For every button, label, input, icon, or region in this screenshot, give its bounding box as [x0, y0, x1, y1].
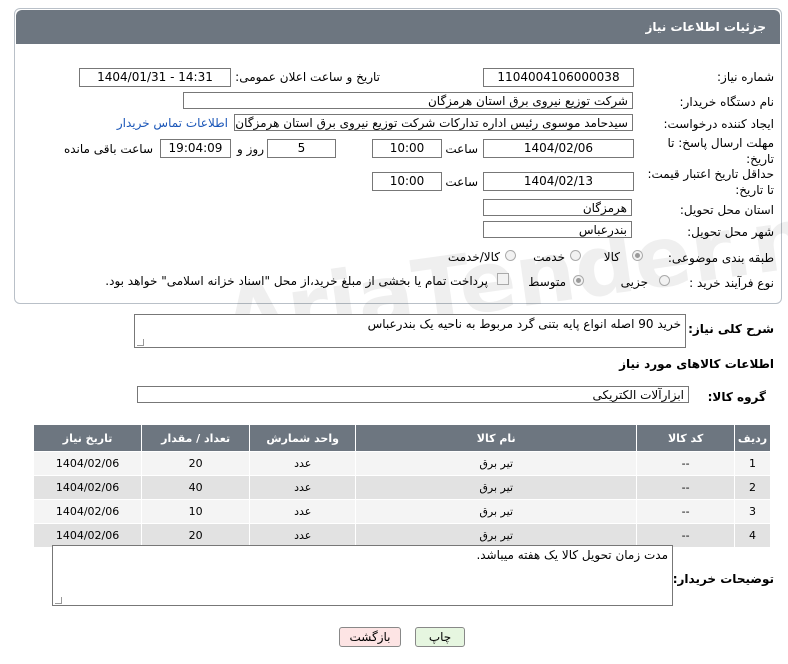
description-textarea: خرید 90 اصله انواع پایه بتنی گرد مربوط ب…: [134, 314, 686, 348]
province-label: استان محل تحویل:: [679, 203, 774, 217]
cell-quantity: 10: [141, 499, 251, 524]
panel-title: جزئیات اطلاعات نیاز: [645, 20, 766, 34]
buyer-org-field: شرکت توزیع نیروی برق استان هرمزگان: [183, 92, 633, 109]
table-row: 4 -- تیر برق عدد 20 1404/02/06: [32, 523, 772, 548]
cell-code: --: [636, 451, 735, 476]
panel-header: جزئیات اطلاعات نیاز: [16, 10, 780, 44]
days-label: روز و: [237, 142, 264, 156]
resize-handle-icon[interactable]: [55, 597, 62, 604]
print-button[interactable]: چاپ: [415, 627, 465, 647]
column-header-code: کد کالا: [636, 424, 735, 452]
announce-label: تاریخ و ساعت اعلان عمومی:: [235, 70, 380, 84]
cell-unit: عدد: [249, 475, 357, 500]
goods-group-label: گروه کالا:: [707, 390, 766, 404]
cell-code: --: [636, 475, 735, 500]
cell-row-number: 3: [733, 499, 772, 524]
purchase-option-medium: متوسط: [528, 275, 566, 289]
cell-code: --: [636, 523, 735, 548]
purchase-radio-medium[interactable]: [573, 275, 584, 286]
deadline-time-label: ساعت: [445, 142, 478, 156]
need-number-field: 1104004106000038: [483, 68, 634, 87]
cell-row-number: 2: [733, 475, 772, 500]
category-radio-both[interactable]: [505, 250, 516, 261]
city-field: بندرعباس: [483, 221, 632, 238]
remaining-time-field: 19:04:09: [160, 139, 231, 158]
purchase-type-label: نوع فرآیند خرید :: [689, 276, 774, 290]
column-header-quantity: تعداد / مقدار: [141, 424, 251, 452]
column-header-name: نام کالا: [355, 424, 638, 452]
validity-date-field: 1404/02/13: [483, 172, 634, 191]
table-row: 1 -- تیر برق عدد 20 1404/02/06: [32, 451, 772, 476]
cell-need-date: 1404/02/06: [32, 475, 143, 500]
description-label: شرح کلی نیاز:: [688, 322, 774, 336]
purchase-radio-minor[interactable]: [659, 275, 670, 286]
goods-table: ردیف کد کالا نام کالا واحد شمارش تعداد /…: [32, 424, 772, 548]
category-option-goods: کالا: [603, 250, 620, 264]
cell-name: تیر برق: [355, 523, 638, 548]
cell-name: تیر برق: [355, 475, 638, 500]
table-header-row: ردیف کد کالا نام کالا واحد شمارش تعداد /…: [32, 424, 772, 452]
column-header-need-date: تاریخ نیاز: [32, 424, 143, 452]
goods-section-title: اطلاعات کالاهای مورد نیاز: [619, 357, 774, 371]
announce-field: 1404/01/31 - 14:31: [79, 68, 231, 87]
back-button[interactable]: بازگشت: [339, 627, 401, 647]
cell-name: تیر برق: [355, 451, 638, 476]
payment-note: پرداخت تمام یا بخشی از مبلغ خرید،از محل …: [105, 274, 488, 288]
cell-need-date: 1404/02/06: [32, 499, 143, 524]
city-label: شهر محل تحویل:: [687, 225, 774, 239]
cell-code: --: [636, 499, 735, 524]
cell-quantity: 40: [141, 475, 251, 500]
cell-row-number: 4: [733, 523, 772, 548]
cell-row-number: 1: [733, 451, 772, 476]
table-row: 2 -- تیر برق عدد 40 1404/02/06: [32, 475, 772, 500]
cell-unit: عدد: [249, 499, 357, 524]
treasury-payment-checkbox[interactable]: [497, 273, 509, 285]
remaining-label: ساعت باقی مانده: [63, 142, 153, 156]
buyer-notes-text: مدت زمان تحویل کالا یک هفته میباشد.: [476, 548, 668, 562]
creator-field: سیدحامد موسوی رئیس اداره تدارکات شرکت تو…: [234, 114, 633, 131]
cell-quantity: 20: [141, 451, 251, 476]
table-row: 3 -- تیر برق عدد 10 1404/02/06: [32, 499, 772, 524]
category-radio-goods[interactable]: [632, 250, 643, 261]
cell-unit: عدد: [249, 451, 357, 476]
cell-need-date: 1404/02/06: [32, 523, 143, 548]
need-number-label: شماره نیاز:: [717, 70, 774, 84]
validity-label: حداقل تاریخ اعتبار قیمت: تا تاریخ:: [647, 167, 774, 197]
cell-unit: عدد: [249, 523, 357, 548]
validity-time-label: ساعت: [445, 175, 478, 189]
buyer-notes-textarea: مدت زمان تحویل کالا یک هفته میباشد.: [52, 545, 673, 606]
creator-label: ایجاد کننده درخواست:: [663, 117, 774, 131]
category-radio-service[interactable]: [570, 250, 581, 261]
category-option-both: کالا/خدمت: [447, 250, 500, 264]
category-option-service: خدمت: [533, 250, 565, 264]
buyer-org-label: نام دستگاه خریدار:: [679, 95, 775, 109]
purchase-option-minor: جزیی: [620, 275, 648, 289]
cell-quantity: 20: [141, 523, 251, 548]
deadline-date-field: 1404/02/06: [483, 139, 634, 158]
days-field: 5: [267, 139, 336, 158]
province-field: هرمزگان: [483, 199, 632, 216]
column-header-row-number: ردیف: [733, 424, 772, 452]
column-header-unit: واحد شمارش: [249, 424, 357, 452]
buyer-contact-link[interactable]: اطلاعات تماس خریدار: [117, 116, 228, 130]
deadline-time-field: 10:00: [372, 139, 442, 158]
cell-need-date: 1404/02/06: [32, 451, 143, 476]
description-text: خرید 90 اصله انواع پایه بتنی گرد مربوط ب…: [367, 317, 681, 331]
cell-name: تیر برق: [355, 499, 638, 524]
category-label: طبقه بندی موضوعی:: [667, 251, 774, 265]
buyer-notes-label: توضیحات خریدار:: [672, 572, 774, 586]
deadline-label: مهلت ارسال پاسخ: تا تاریخ:: [667, 136, 774, 166]
resize-handle-icon[interactable]: [137, 339, 144, 346]
goods-group-field: ابزارآلات الکتریکی: [137, 386, 689, 403]
validity-time-field: 10:00: [372, 172, 442, 191]
